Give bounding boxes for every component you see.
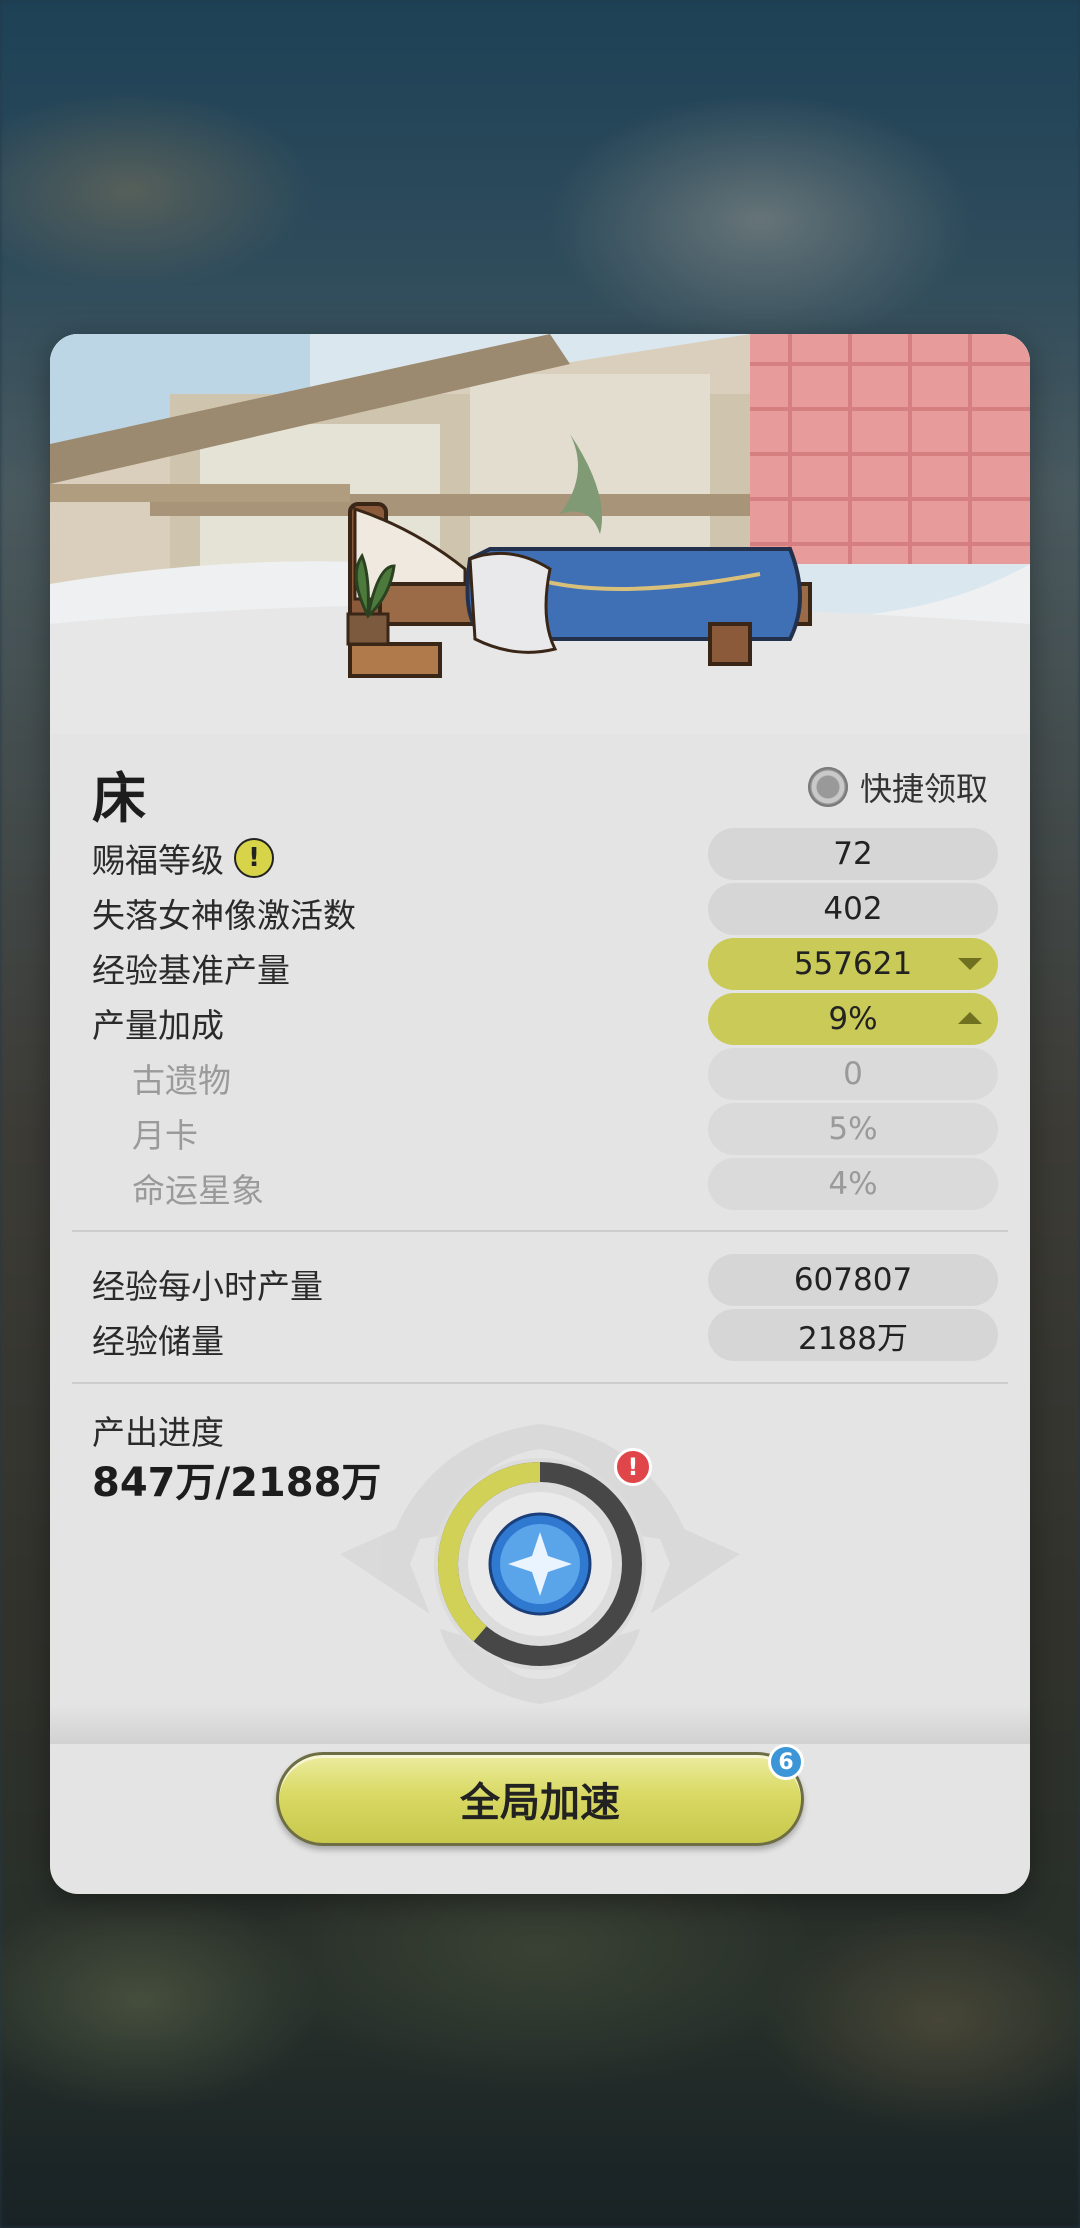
alert-exclamation-icon: ! xyxy=(614,1448,652,1486)
section-divider xyxy=(72,1382,1008,1384)
stat-label: 产量加成 xyxy=(92,1006,224,1045)
bonus-value: 4% xyxy=(708,1158,998,1210)
chevron-up-icon xyxy=(958,1012,982,1024)
bonus-row-relic: 古遗物 0 xyxy=(92,1048,998,1100)
stat-row-base-output[interactable]: 经验基准产量 557621 xyxy=(92,938,998,990)
production-progress-gauge[interactable] xyxy=(340,1414,740,1714)
stat-value-expandable[interactable]: 557621 xyxy=(708,938,998,990)
bonus-value: 0 xyxy=(708,1048,998,1100)
stat-label: 失落女神像激活数 xyxy=(92,896,356,935)
bonus-value: 5% xyxy=(708,1103,998,1155)
stat-value-expandable[interactable]: 9% xyxy=(708,993,998,1045)
quick-claim-toggle[interactable]: 快捷领取 xyxy=(807,764,988,810)
stat-value: 557621 xyxy=(793,946,913,982)
bonus-row-fate-star: 命运星象 4% xyxy=(92,1158,998,1210)
stat-row-output-bonus[interactable]: 产量加成 9% xyxy=(92,993,998,1045)
stat-value: 9% xyxy=(828,1001,878,1037)
progress-label: 产出进度 xyxy=(92,1413,224,1452)
chevron-down-icon xyxy=(958,958,982,970)
stat-value: 72 xyxy=(708,828,998,880)
output-value: 2188万 xyxy=(708,1309,998,1361)
stat-label: 经验基准产量 xyxy=(92,951,290,990)
bonus-label: 古遗物 xyxy=(132,1061,231,1100)
bonus-label: 月卡 xyxy=(132,1116,198,1155)
stat-row-statue-count: 失落女神像激活数 402 xyxy=(92,883,998,935)
stat-row-blessing-level: 赐福等级 ! 72 xyxy=(92,828,998,880)
output-value: 607807 xyxy=(708,1254,998,1306)
output-row-hourly: 经验每小时产量 607807 xyxy=(92,1254,998,1306)
bonus-row-monthly-card: 月卡 5% xyxy=(92,1103,998,1155)
boost-count-badge: 6 xyxy=(768,1744,804,1780)
section-divider xyxy=(72,1230,1008,1232)
stat-value: 402 xyxy=(708,883,998,935)
hero-illustration xyxy=(50,334,1030,734)
stat-label: 赐福等级 xyxy=(92,841,224,880)
output-label: 经验储量 xyxy=(92,1322,224,1361)
bonus-label: 命运星象 xyxy=(132,1171,264,1210)
quick-claim-label: 快捷领取 xyxy=(859,770,988,808)
item-title: 床 xyxy=(92,767,146,830)
progress-value: 847万/2188万 xyxy=(92,1460,382,1506)
building-detail-panel: 床 快捷领取 赐福等级 ! 72 失落女神像激活数 402 经验基准产量 557… xyxy=(50,334,1030,1894)
radio-unchecked-icon[interactable] xyxy=(807,767,848,807)
output-row-storage: 经验储量 2188万 xyxy=(92,1309,998,1361)
info-exclamation-icon[interactable]: ! xyxy=(234,838,274,878)
output-label: 经验每小时产量 xyxy=(92,1267,323,1306)
global-boost-button[interactable]: 全局加速 xyxy=(276,1752,804,1846)
